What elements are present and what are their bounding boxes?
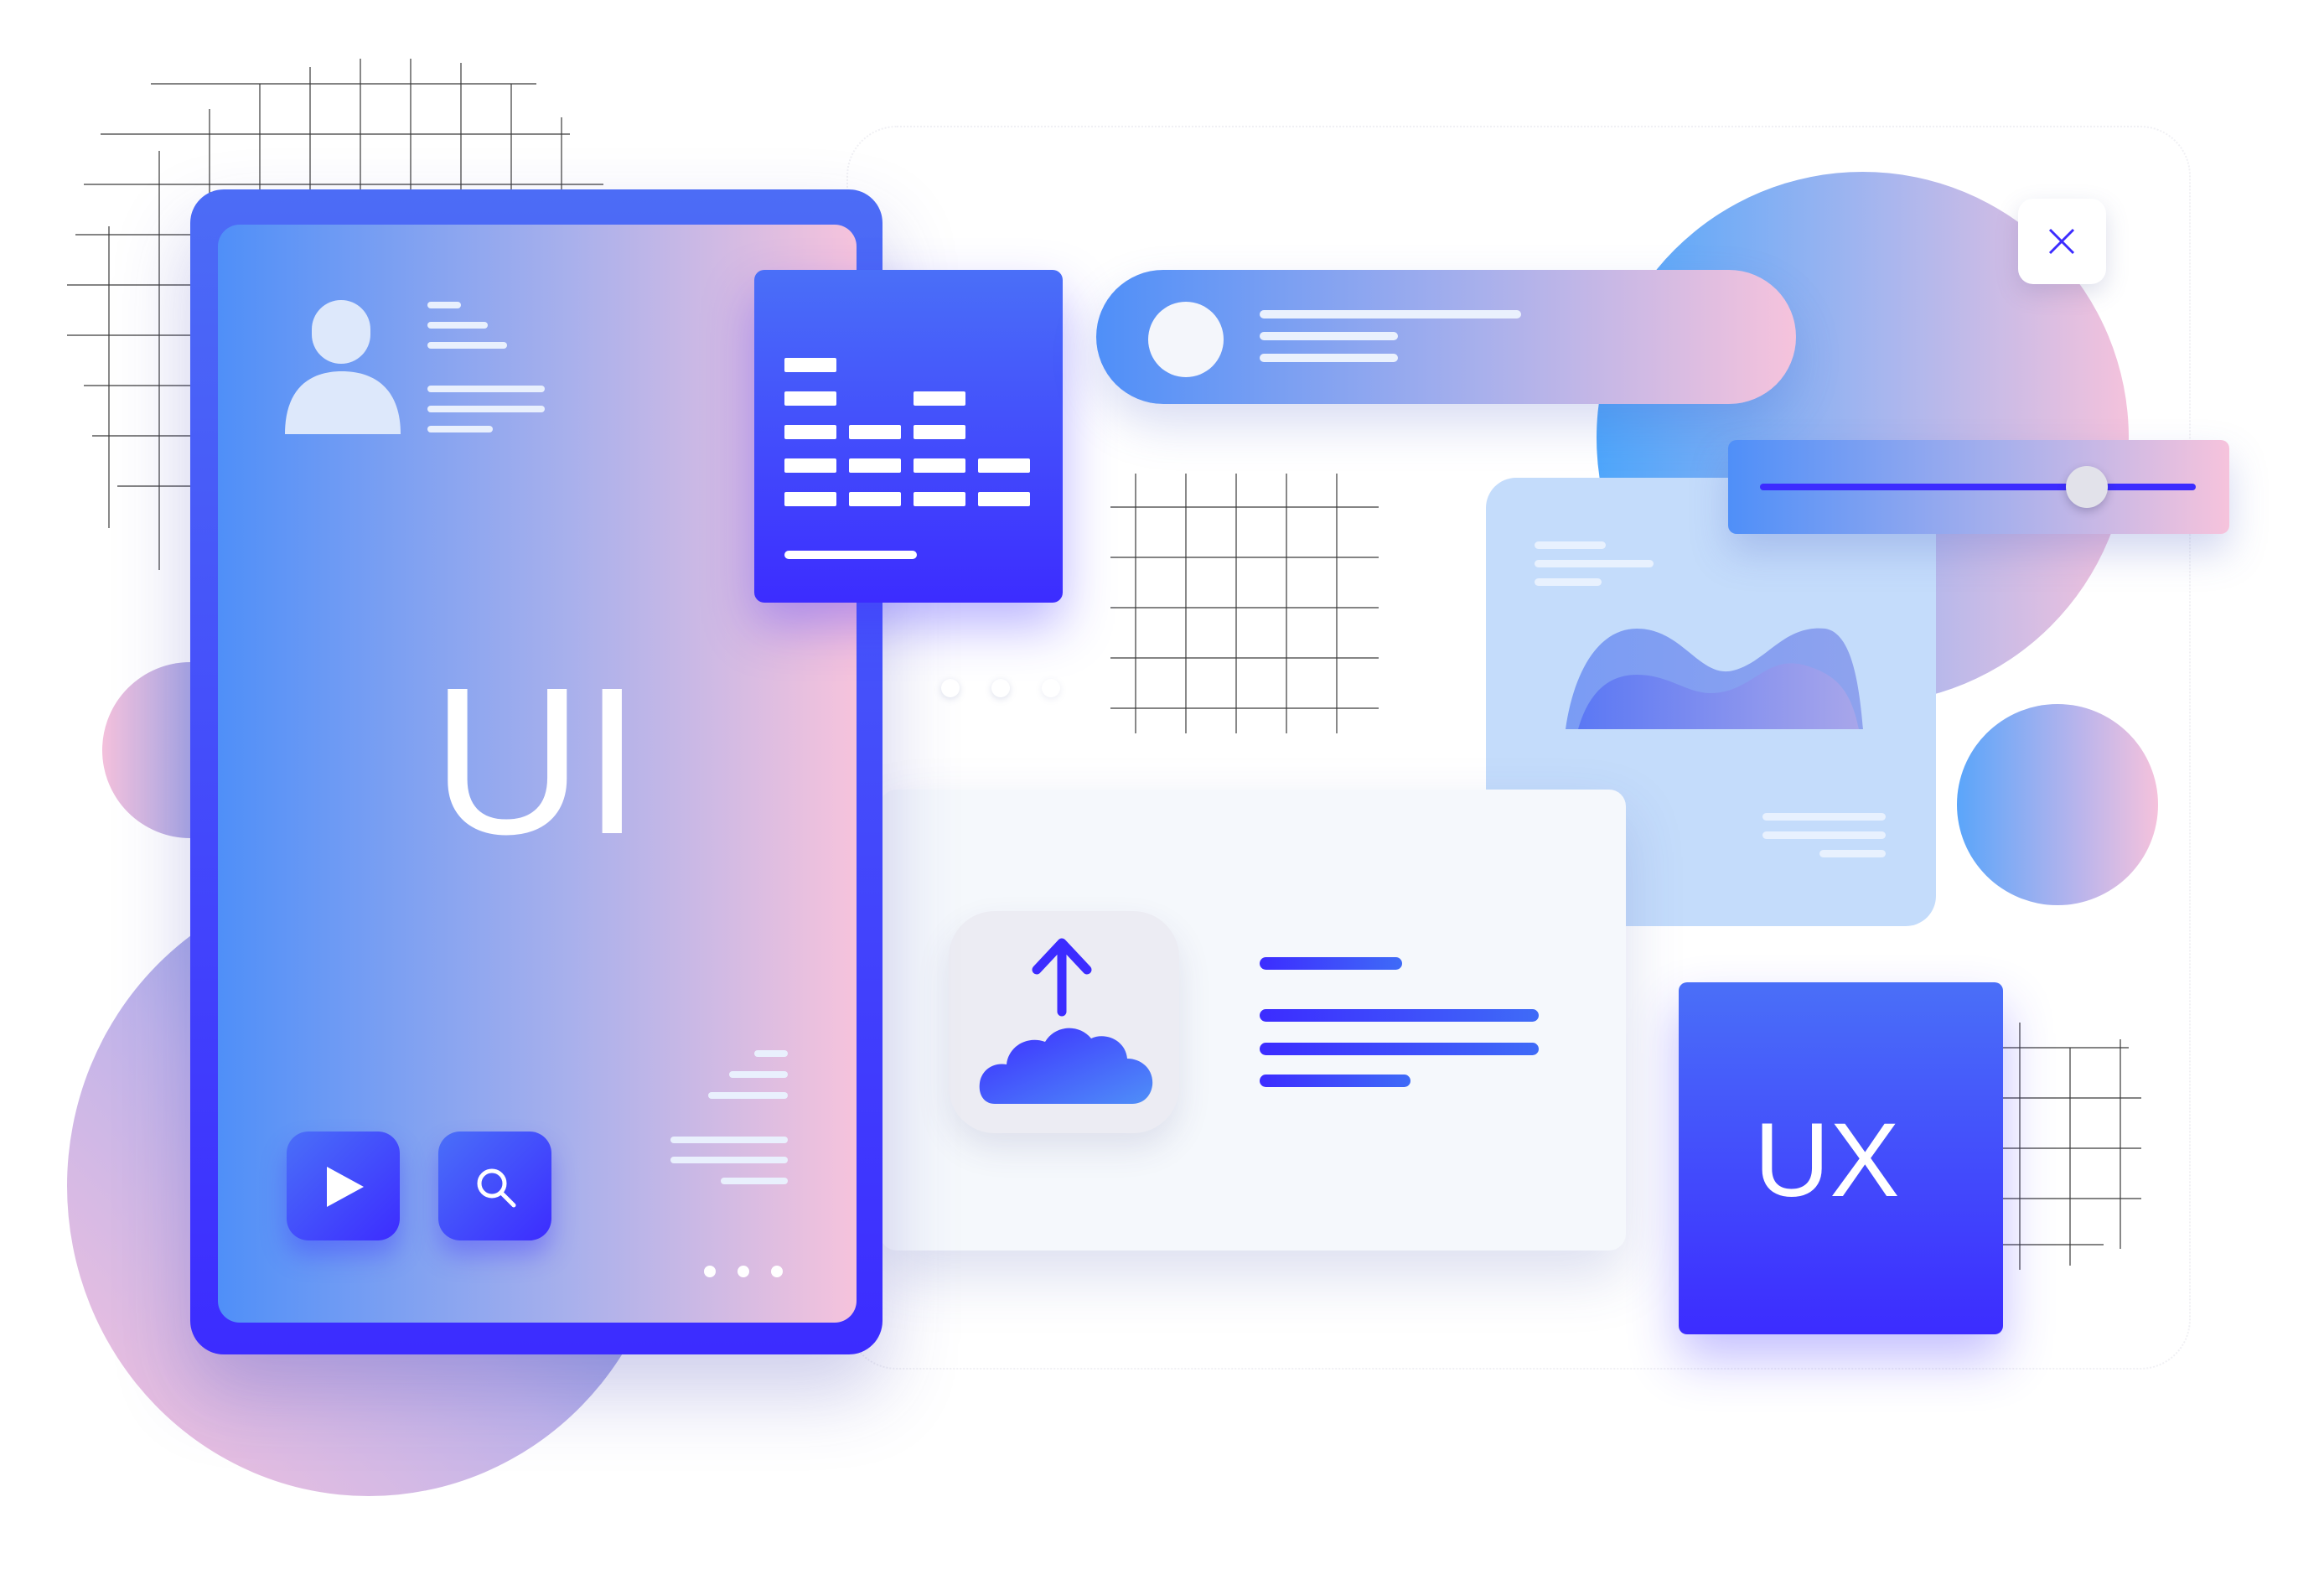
search-button[interactable] [438, 1132, 551, 1240]
profile-text-line [427, 386, 545, 392]
close-icon [2048, 228, 2075, 255]
upload-text-line [1260, 1075, 1410, 1087]
equalizer-card [754, 270, 1063, 603]
upload-text-line [1260, 1043, 1539, 1055]
search-icon [477, 1168, 516, 1208]
profile-text-line [427, 342, 507, 349]
pill-avatar [1148, 302, 1224, 377]
equalizer-icon [784, 358, 1030, 506]
decor-dot [1042, 679, 1060, 697]
pill-text-line [1260, 354, 1398, 362]
chart-panel-text-line [1762, 813, 1886, 821]
ux-card: UX [1679, 982, 2003, 1334]
profile-text-line [427, 406, 545, 412]
chart-panel-text-line [1535, 578, 1602, 586]
chart-panel-text-line [1819, 850, 1886, 857]
ux-title: UX [1754, 1102, 1900, 1219]
profile-text-line [427, 426, 493, 432]
page-dot [738, 1266, 749, 1277]
phone-text-line [729, 1071, 788, 1078]
user-avatar-icon [285, 300, 401, 434]
upload-button[interactable] [949, 911, 1179, 1133]
pill-text-line [1260, 310, 1521, 318]
profile-pill[interactable] [1096, 270, 1796, 404]
phone-title: UI [432, 644, 641, 878]
upload-text-line [1260, 1009, 1539, 1022]
chart-panel-text-line [1535, 560, 1654, 567]
area-chart-icon [1566, 628, 1863, 729]
phone-text-line [670, 1157, 788, 1163]
chart-panel-text-line [1535, 541, 1606, 549]
decor-dot [991, 679, 1010, 697]
page-dot [704, 1266, 716, 1277]
slider-track[interactable] [1760, 484, 2196, 490]
decor-dot [941, 679, 960, 697]
phone-text-line [670, 1137, 788, 1143]
upload-card [880, 790, 1626, 1251]
phone-text-line [721, 1178, 788, 1184]
profile-text-line [427, 322, 488, 329]
page-dot [771, 1266, 783, 1277]
play-button[interactable] [287, 1132, 400, 1240]
equalizer-caption-line [784, 551, 917, 559]
chart-panel-text-line [1762, 831, 1886, 839]
cloud-upload-icon [979, 938, 1153, 1104]
close-button[interactable] [2018, 199, 2106, 284]
phone-text-line [708, 1092, 788, 1099]
slider-card [1728, 440, 2229, 534]
phone-text-line [754, 1050, 788, 1057]
slider-thumb[interactable] [2066, 466, 2108, 508]
profile-text-line [427, 302, 461, 308]
play-icon [327, 1167, 364, 1207]
upload-text-line [1260, 957, 1402, 970]
pill-text-line [1260, 332, 1398, 340]
